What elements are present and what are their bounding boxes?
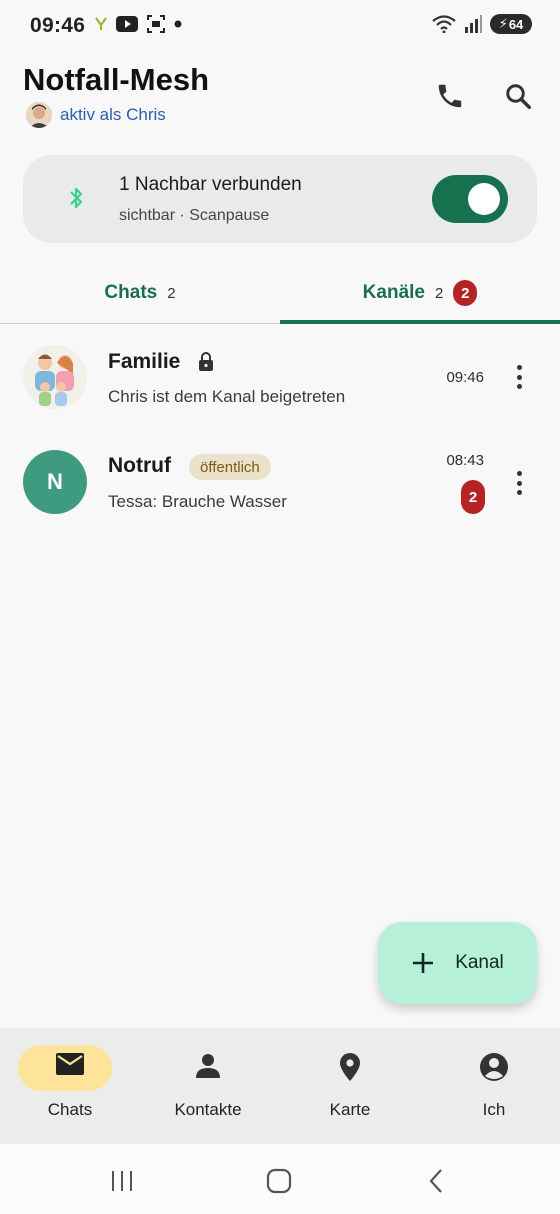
active-user-row: aktiv als Chris bbox=[26, 102, 166, 128]
tab-chats-label: Chats bbox=[104, 282, 158, 303]
channel-preview: Tessa: Brauche Wasser bbox=[108, 492, 287, 511]
status-icons-right: ⚡ 64 bbox=[432, 14, 532, 34]
dot-icon bbox=[174, 20, 182, 28]
more-options-icon[interactable] bbox=[510, 468, 528, 498]
visibility-status: sichtbar · Scanpause bbox=[119, 207, 270, 224]
nav-kontakte-label: Kontakte bbox=[174, 1100, 242, 1119]
plus-icon bbox=[413, 953, 434, 973]
tab-bar: Chats 2 Kanäle 2 2 bbox=[0, 262, 560, 324]
avatar bbox=[26, 102, 52, 128]
channel-name: Notruf bbox=[108, 454, 171, 477]
status-time: 09:46 bbox=[30, 14, 86, 37]
active-tab-indicator bbox=[280, 320, 560, 324]
status-icons-left bbox=[94, 14, 182, 34]
app-title: Notfall-Mesh bbox=[23, 62, 209, 97]
tab-chats[interactable]: Chats 2 bbox=[0, 262, 280, 324]
person-icon bbox=[138, 1052, 278, 1080]
map-pin-icon bbox=[280, 1052, 420, 1082]
new-channel-button[interactable]: Kanal bbox=[378, 922, 537, 1004]
public-badge: öffentlich bbox=[189, 454, 271, 480]
search-button[interactable] bbox=[500, 78, 536, 114]
vpn-key-icon bbox=[95, 17, 107, 30]
recent-apps-button[interactable] bbox=[102, 1166, 142, 1196]
search-icon bbox=[506, 84, 531, 109]
system-navigation-bar bbox=[0, 1144, 560, 1214]
mail-icon bbox=[0, 1052, 140, 1076]
nav-chats-label: Chats bbox=[47, 1100, 93, 1119]
bluetooth-icon bbox=[70, 187, 83, 209]
tab-chats-count: 2 bbox=[167, 284, 176, 302]
back-icon bbox=[429, 1169, 442, 1193]
tab-kanaele-badge: 2 bbox=[453, 280, 478, 306]
channel-time: 08:43 bbox=[446, 452, 484, 469]
youtube-icon bbox=[116, 16, 138, 32]
channel-time: 09:46 bbox=[446, 369, 484, 386]
active-user-label: aktiv als Chris bbox=[60, 105, 166, 124]
channel-row-familie[interactable]: Familie Chris ist dem Kanal beigetreten … bbox=[0, 330, 560, 434]
bottom-navigation: Chats Kontakte Karte Ich bbox=[0, 1028, 560, 1144]
nav-ich-label: Ich bbox=[482, 1100, 506, 1119]
battery-icon: ⚡ 64 bbox=[490, 14, 532, 34]
mesh-toggle[interactable] bbox=[432, 175, 508, 223]
more-options-icon[interactable] bbox=[510, 362, 528, 392]
signal-icon bbox=[465, 15, 482, 33]
phone-icon bbox=[438, 84, 462, 108]
nav-ich[interactable]: Ich bbox=[424, 1028, 560, 1144]
recent-apps-icon bbox=[112, 1171, 132, 1191]
channel-preview: Chris ist dem Kanal beigetreten bbox=[108, 387, 346, 406]
neighbors-status: 1 Nachbar verbunden bbox=[119, 174, 302, 195]
nav-karte-label: Karte bbox=[329, 1100, 371, 1119]
battery-level: 64 bbox=[508, 16, 524, 32]
fab-label: Kanal bbox=[455, 952, 504, 973]
tab-kanaele-label: Kanäle bbox=[362, 282, 425, 303]
channel-name: Familie bbox=[108, 350, 181, 373]
account-circle-icon bbox=[424, 1052, 560, 1082]
call-button[interactable] bbox=[432, 78, 468, 114]
tab-kanaele[interactable]: Kanäle 2 2 bbox=[280, 262, 560, 324]
battery-bolt-icon: ⚡ bbox=[498, 16, 508, 31]
wifi-icon bbox=[432, 15, 456, 33]
nav-kontakte[interactable]: Kontakte bbox=[138, 1028, 278, 1144]
nav-chats[interactable]: Chats bbox=[0, 1028, 140, 1144]
toggle-knob bbox=[468, 183, 500, 215]
home-button[interactable] bbox=[259, 1166, 299, 1196]
home-icon bbox=[266, 1168, 292, 1194]
screenshot-icon bbox=[147, 15, 165, 33]
family-avatar bbox=[23, 345, 87, 409]
back-button[interactable] bbox=[416, 1166, 456, 1196]
avatar-letter: N bbox=[47, 469, 63, 494]
tab-kanaele-count: 2 bbox=[434, 284, 444, 302]
channel-avatar: N bbox=[23, 450, 87, 514]
mesh-status-card: 1 Nachbar verbunden sichtbar · Scanpause bbox=[23, 155, 537, 243]
lock-icon bbox=[199, 352, 213, 371]
status-bar: 09:46 ⚡ 64 bbox=[0, 0, 560, 52]
nav-karte[interactable]: Karte bbox=[280, 1028, 420, 1144]
unread-badge: 2 bbox=[461, 480, 485, 514]
